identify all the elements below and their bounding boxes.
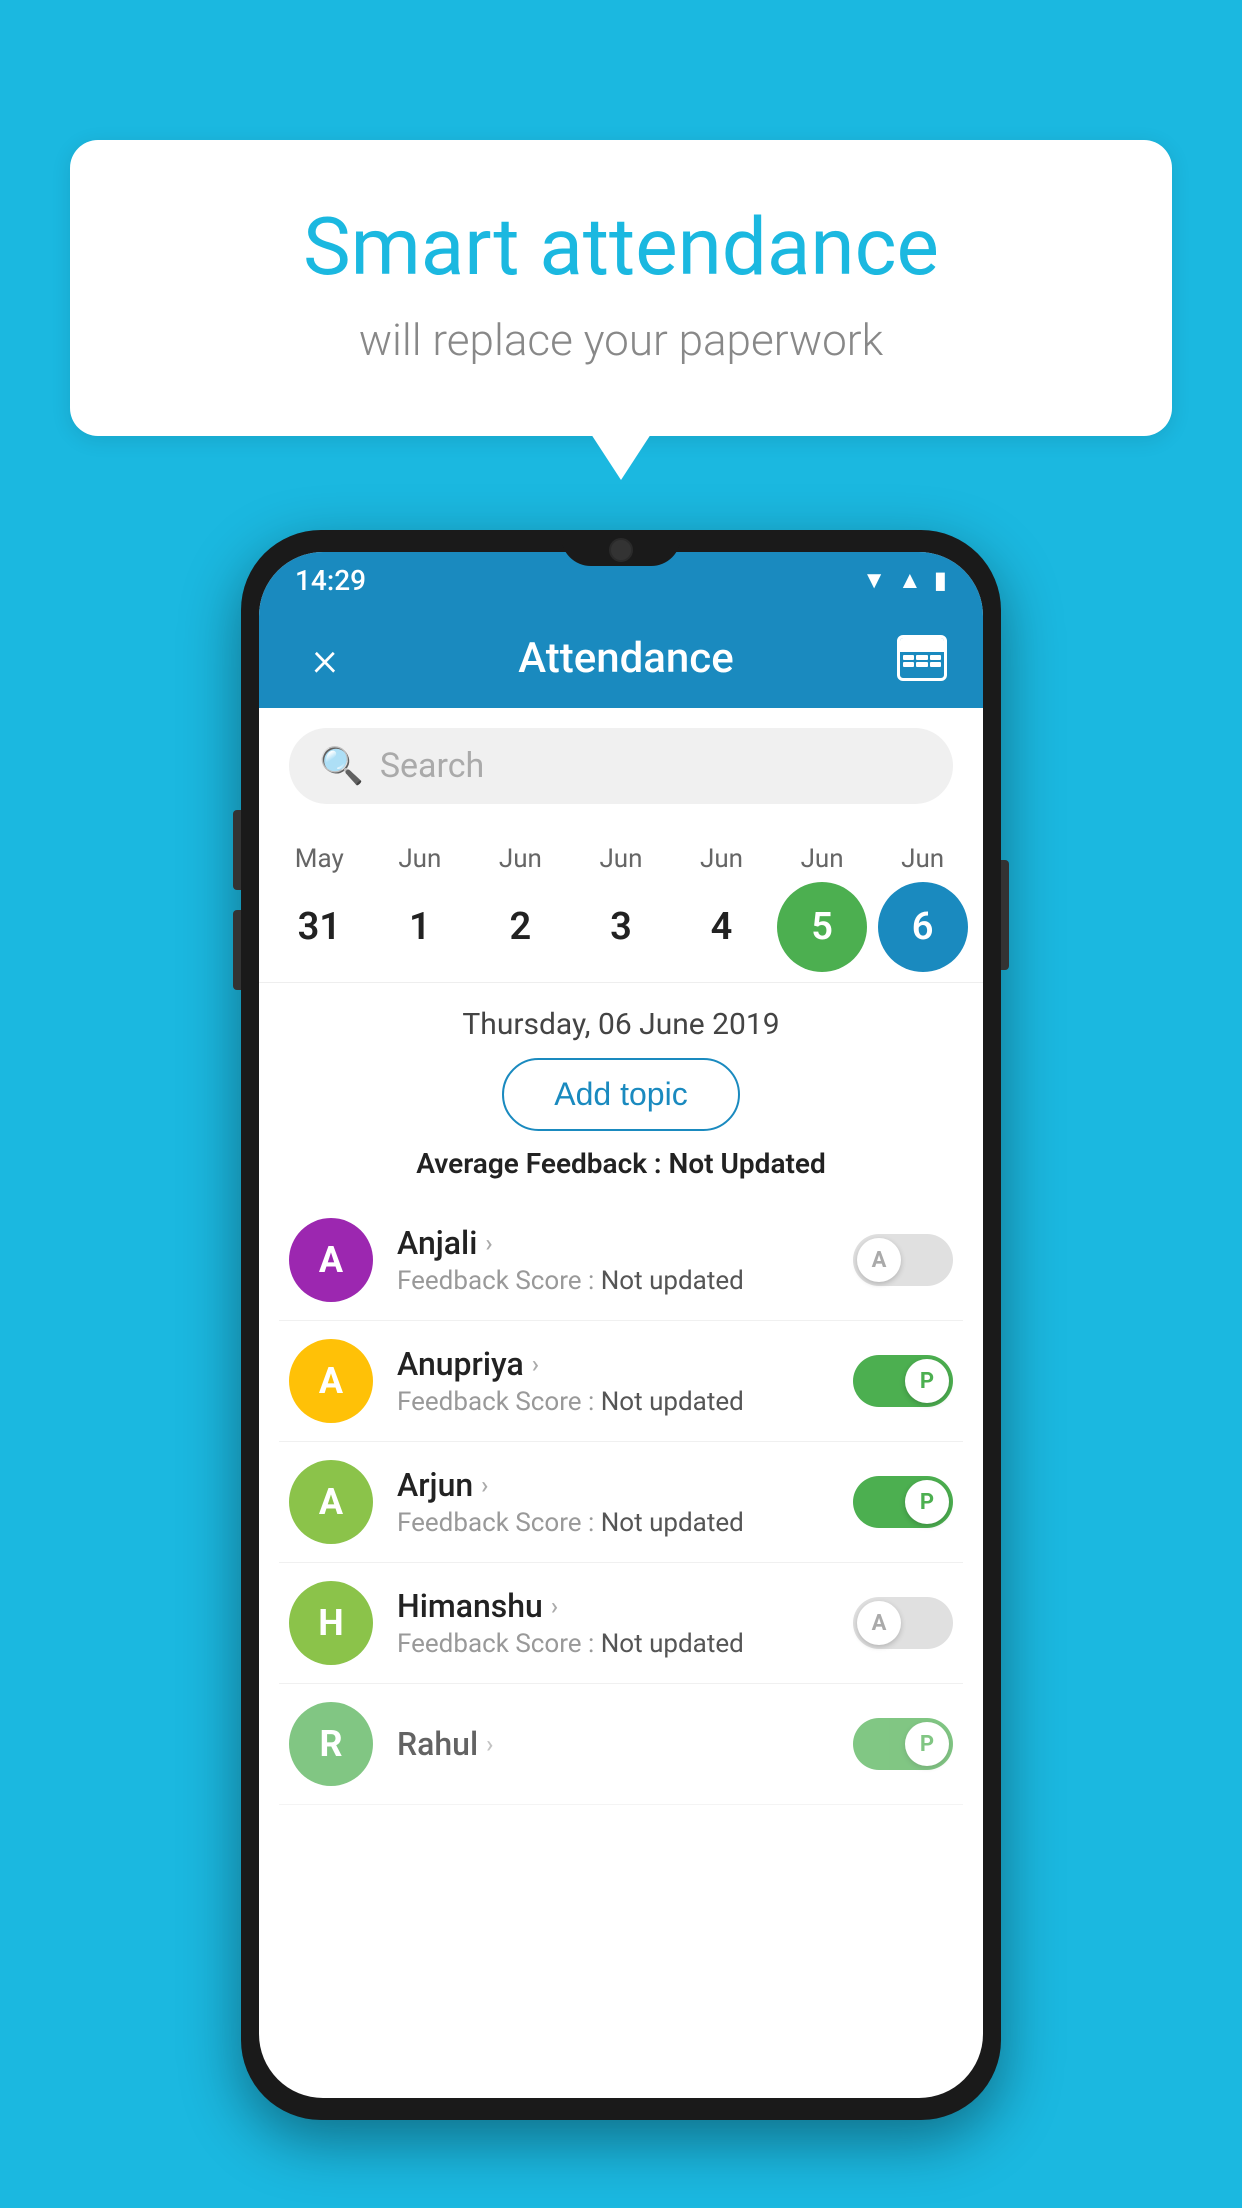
- search-placeholder: Search: [380, 746, 484, 786]
- signal-icon: ▲: [898, 566, 922, 595]
- avg-feedback-label: Average Feedback :: [416, 1147, 661, 1180]
- calendar-icon[interactable]: [897, 635, 947, 681]
- month-label-4: Jun: [677, 844, 767, 874]
- avatar-arjun: A: [289, 1460, 373, 1544]
- month-row: May Jun Jun Jun Jun Jun Jun: [269, 844, 973, 874]
- search-bar[interactable]: 🔍 Search: [289, 728, 953, 804]
- add-topic-section: Add topic: [259, 1058, 983, 1147]
- student-row-anjali[interactable]: A Anjali › Feedback Score : Not updated …: [279, 1200, 963, 1321]
- status-time: 14:29: [295, 564, 366, 597]
- student-info-arjun: Arjun › Feedback Score : Not updated: [397, 1466, 829, 1538]
- avatar-himanshu: H: [289, 1581, 373, 1665]
- battery-icon: ▮: [934, 566, 947, 594]
- student-row-himanshu[interactable]: H Himanshu › Feedback Score : Not update…: [279, 1563, 963, 1684]
- feedback-arjun: Feedback Score : Not updated: [397, 1508, 829, 1538]
- date-1[interactable]: 1: [375, 882, 465, 972]
- month-label-1: Jun: [375, 844, 465, 874]
- speech-bubble: Smart attendance will replace your paper…: [70, 140, 1172, 436]
- student-name-himanshu: Himanshu ›: [397, 1587, 829, 1625]
- app-bar: × Attendance: [259, 608, 983, 708]
- student-row-anupriya[interactable]: A Anupriya › Feedback Score : Not update…: [279, 1321, 963, 1442]
- student-name-anupriya: Anupriya ›: [397, 1345, 829, 1383]
- student-name-rahul: Rahul ›: [397, 1725, 829, 1763]
- phone-frame: 14:29 ▼ ▲ ▮ × Attendance: [241, 530, 1001, 2120]
- screen-content: 🔍 Search May Jun Jun Jun Jun Jun Jun: [259, 708, 983, 2098]
- student-name-anjali: Anjali ›: [397, 1224, 829, 1262]
- toggle-knob-arjun: P: [905, 1480, 949, 1524]
- month-label-2: Jun: [475, 844, 565, 874]
- toggle-knob-anupriya: P: [905, 1359, 949, 1403]
- feedback-anupriya: Feedback Score : Not updated: [397, 1387, 829, 1417]
- attendance-toggle-himanshu[interactable]: A: [853, 1597, 953, 1649]
- chevron-icon: ›: [485, 1229, 492, 1257]
- month-label-0: May: [274, 844, 364, 874]
- chevron-icon: ›: [486, 1730, 493, 1758]
- month-label-5: Jun: [777, 844, 867, 874]
- avatar-rahul: R: [289, 1702, 373, 1786]
- selected-date: Thursday, 06 June 2019: [259, 983, 983, 1058]
- student-info-anupriya: Anupriya › Feedback Score : Not updated: [397, 1345, 829, 1417]
- student-row-arjun[interactable]: A Arjun › Feedback Score : Not updated P: [279, 1442, 963, 1563]
- bubble-title: Smart attendance: [150, 200, 1092, 294]
- avg-feedback-value: Not Updated: [669, 1147, 826, 1180]
- close-icon[interactable]: ×: [295, 630, 355, 687]
- add-topic-button[interactable]: Add topic: [502, 1058, 739, 1131]
- attendance-toggle-arjun[interactable]: P: [853, 1476, 953, 1528]
- date-4[interactable]: 4: [677, 882, 767, 972]
- toggle-himanshu[interactable]: A: [853, 1597, 953, 1649]
- toggle-anjali[interactable]: A: [853, 1234, 953, 1286]
- toggle-knob-anjali: A: [857, 1238, 901, 1282]
- attendance-toggle-rahul[interactable]: P: [853, 1718, 953, 1770]
- toggle-knob-rahul: P: [905, 1722, 949, 1766]
- toggle-anupriya[interactable]: P: [853, 1355, 953, 1407]
- avg-feedback: Average Feedback : Not Updated: [259, 1147, 983, 1200]
- chevron-icon: ›: [532, 1350, 539, 1378]
- phone-screen: 14:29 ▼ ▲ ▮ × Attendance: [259, 552, 983, 2098]
- phone-notch: [561, 530, 681, 566]
- status-icons: ▼ ▲ ▮: [862, 566, 947, 595]
- month-label-6: Jun: [878, 844, 968, 874]
- attendance-toggle-anjali[interactable]: A: [853, 1234, 953, 1286]
- wifi-icon: ▼: [862, 566, 886, 595]
- phone-camera: [609, 538, 633, 562]
- date-6-selected[interactable]: 6: [878, 882, 968, 972]
- toggle-knob-himanshu: A: [857, 1601, 901, 1645]
- volume-up-button: [233, 810, 241, 890]
- toggle-arjun[interactable]: P: [853, 1476, 953, 1528]
- chevron-icon: ›: [481, 1471, 488, 1499]
- attendance-toggle-anupriya[interactable]: P: [853, 1355, 953, 1407]
- date-5-today[interactable]: 5: [777, 882, 867, 972]
- student-list: A Anjali › Feedback Score : Not updated …: [259, 1200, 983, 1805]
- student-row-rahul[interactable]: R Rahul › P: [279, 1684, 963, 1805]
- feedback-himanshu: Feedback Score : Not updated: [397, 1629, 829, 1659]
- feedback-anjali: Feedback Score : Not updated: [397, 1266, 829, 1296]
- date-31[interactable]: 31: [274, 882, 364, 972]
- power-button: [1001, 860, 1009, 970]
- search-container: 🔍 Search: [259, 708, 983, 824]
- toggle-rahul[interactable]: P: [853, 1718, 953, 1770]
- speech-bubble-container: Smart attendance will replace your paper…: [70, 140, 1172, 436]
- date-2[interactable]: 2: [475, 882, 565, 972]
- student-info-himanshu: Himanshu › Feedback Score : Not updated: [397, 1587, 829, 1659]
- app-bar-title: Attendance: [375, 634, 877, 683]
- avatar-anjali: A: [289, 1218, 373, 1302]
- date-row: 31 1 2 3 4 5 6: [269, 882, 973, 972]
- student-info-rahul: Rahul ›: [397, 1725, 829, 1763]
- month-label-3: Jun: [576, 844, 666, 874]
- student-info-anjali: Anjali › Feedback Score : Not updated: [397, 1224, 829, 1296]
- search-icon: 🔍: [319, 745, 364, 787]
- chevron-icon: ›: [551, 1592, 558, 1620]
- calendar-strip: May Jun Jun Jun Jun Jun Jun 31 1 2 3 4: [259, 824, 983, 983]
- phone-container: 14:29 ▼ ▲ ▮ × Attendance: [241, 530, 1001, 2120]
- bubble-subtitle: will replace your paperwork: [150, 314, 1092, 366]
- avatar-anupriya: A: [289, 1339, 373, 1423]
- date-3[interactable]: 3: [576, 882, 666, 972]
- volume-down-button: [233, 910, 241, 990]
- student-name-arjun: Arjun ›: [397, 1466, 829, 1504]
